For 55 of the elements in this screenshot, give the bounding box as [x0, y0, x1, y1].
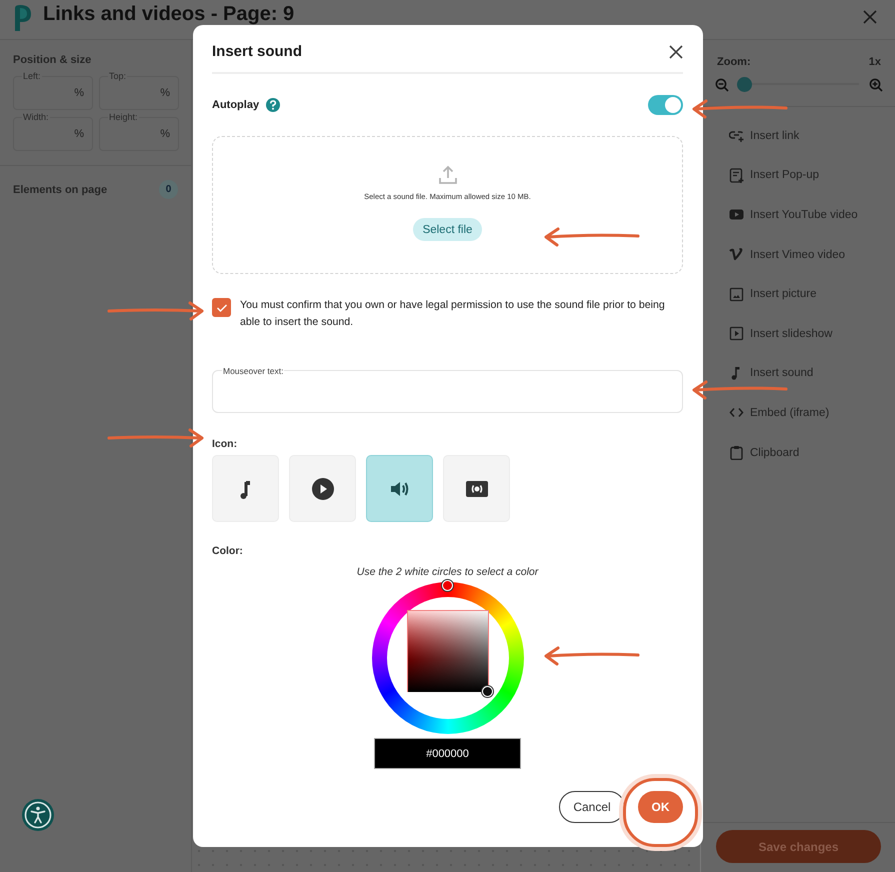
unit-label: % — [160, 128, 170, 140]
menu-item[interactable]: Clipboard — [729, 432, 895, 472]
play-square-icon — [729, 326, 744, 342]
section-heading: Elements on page — [13, 184, 108, 196]
menu-item[interactable]: Insert link — [729, 116, 895, 156]
select-file-button[interactable]: Select file — [412, 218, 482, 241]
page-title: Links and videos - Page: 9 — [43, 4, 296, 24]
menu-item[interactable]: Insert Pop-up — [729, 156, 895, 196]
upload-icon — [438, 165, 458, 185]
clipboard-icon — [729, 445, 744, 460]
field-label: Height: — [108, 112, 139, 123]
list-icon — [729, 168, 744, 183]
consent-text: You must confirm that you own or have legal permission to use the sound file prior to being able to insert the sound. — [240, 298, 666, 330]
zoom-in-icon[interactable] — [869, 78, 883, 92]
menu-item[interactable]: Insert Vimeo video — [729, 234, 895, 274]
zoom-label: Zoom: — [717, 56, 751, 68]
ok-button[interactable]: OK — [638, 791, 683, 823]
logo-icon — [12, 4, 32, 32]
close-icon[interactable] — [669, 44, 683, 58]
color-hint: Use the 2 white circles to select a color — [356, 566, 540, 578]
field-label: Mouseover text: — [222, 366, 284, 376]
unit-label: % — [160, 87, 170, 99]
image-icon — [729, 286, 744, 302]
zoom-value: 1x — [868, 56, 881, 68]
menu-item[interactable]: Insert sound — [729, 354, 895, 394]
vimeo-icon — [729, 247, 744, 262]
field-label: Top: — [108, 71, 128, 82]
unit-label: % — [74, 128, 84, 140]
unit-label: % — [74, 87, 84, 99]
video-icon — [729, 207, 744, 222]
section-label: Color: — [212, 545, 244, 557]
checkbox[interactable] — [212, 298, 231, 317]
play-circle-icon — [310, 476, 334, 500]
icon-option[interactable] — [366, 455, 433, 522]
dialog-title: Insert sound — [212, 43, 302, 60]
zoom-out-icon[interactable] — [715, 78, 729, 92]
field-label: Left: — [22, 71, 42, 82]
section-label: Icon: — [212, 438, 238, 450]
count-badge: 0 — [159, 180, 178, 199]
color-value-field[interactable]: #000000 — [374, 738, 521, 769]
slider-thumb[interactable] — [736, 77, 752, 92]
field-label: Width: — [22, 112, 50, 123]
picker-handle[interactable] — [442, 580, 452, 591]
menu-item[interactable]: Insert slideshow — [729, 314, 895, 354]
section-heading: Position & size — [13, 54, 92, 66]
menu-item[interactable]: Insert picture — [729, 274, 895, 314]
saturation-square[interactable] — [406, 610, 488, 692]
option-label: Autoplay — [212, 99, 260, 111]
picker-handle[interactable] — [482, 686, 492, 697]
accessibility-icon[interactable] — [21, 798, 55, 832]
toggle-switch[interactable] — [648, 95, 683, 115]
check-icon — [216, 302, 228, 312]
menu-item[interactable]: Embed (iframe) — [729, 393, 895, 433]
menu-item[interactable]: Insert YouTube video — [729, 195, 895, 235]
help-icon[interactable] — [266, 98, 280, 112]
